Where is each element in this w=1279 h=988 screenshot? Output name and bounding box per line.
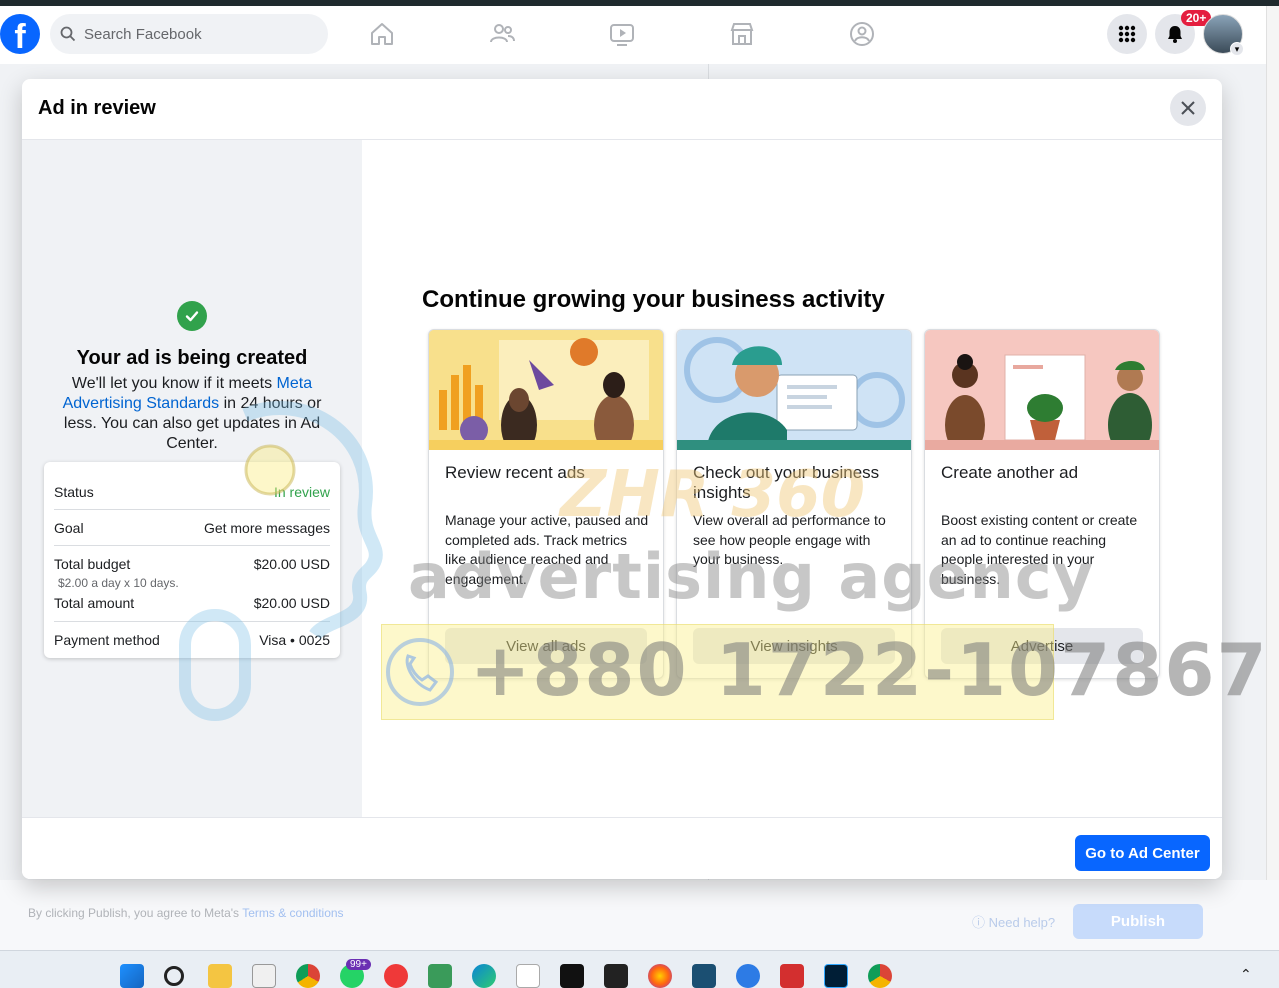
need-help-link[interactable]: ⓘ Need help? bbox=[972, 912, 1055, 931]
chrome-profile-icon[interactable] bbox=[868, 964, 892, 988]
dialog-header: Ad in review bbox=[22, 79, 1222, 140]
facebook-logo[interactable]: f bbox=[0, 14, 40, 56]
capcut-icon[interactable] bbox=[604, 964, 628, 988]
home-icon[interactable] bbox=[368, 20, 396, 48]
growth-heading: Continue growing your business activity bbox=[422, 286, 885, 313]
terms-notice: By clicking Publish, you agree to Meta's… bbox=[28, 906, 344, 920]
create-ad-illustration bbox=[925, 330, 1159, 450]
pixelmator-icon[interactable] bbox=[560, 964, 584, 988]
app-icon[interactable] bbox=[428, 964, 452, 988]
desc-text-before: We'll let you know if it meets bbox=[71, 375, 277, 392]
goal-label: Goal bbox=[54, 520, 84, 536]
sync-icon[interactable] bbox=[736, 964, 760, 988]
ad-created-heading: Your ad is being created bbox=[76, 347, 308, 369]
edge-icon[interactable] bbox=[472, 964, 496, 988]
menu-grid-icon[interactable] bbox=[1107, 14, 1147, 54]
friends-icon[interactable] bbox=[488, 20, 516, 48]
photoshop-icon[interactable] bbox=[824, 964, 848, 988]
search-icon[interactable] bbox=[164, 966, 184, 986]
business-insights-illustration bbox=[677, 330, 911, 450]
marketplace-icon[interactable] bbox=[728, 20, 756, 48]
status-label: Status bbox=[54, 484, 94, 500]
search-bar[interactable] bbox=[50, 14, 328, 54]
snipping-tool-icon[interactable] bbox=[252, 964, 276, 988]
vivaldi-icon[interactable] bbox=[384, 964, 408, 988]
firefox-icon[interactable] bbox=[648, 964, 672, 988]
watermark-agency: advertising agency bbox=[408, 540, 1094, 613]
payment-method-label: Payment method bbox=[54, 632, 160, 648]
windows-taskbar bbox=[0, 950, 1279, 988]
dialog-footer: Go to Ad Center bbox=[22, 817, 1222, 879]
terms-link[interactable]: Terms & conditions bbox=[242, 906, 343, 920]
chevron-up-icon[interactable]: ⌃ bbox=[1240, 966, 1252, 983]
windows-start-icon[interactable] bbox=[120, 964, 144, 988]
watermark-head-illustration bbox=[179, 401, 383, 721]
page-scrollbar[interactable] bbox=[1266, 6, 1279, 950]
go-to-ad-center-button[interactable]: Go to Ad Center bbox=[1075, 835, 1210, 871]
chrome-icon[interactable] bbox=[296, 964, 320, 988]
terms-prefix: By clicking Publish, you agree to Meta's bbox=[28, 906, 243, 920]
video-icon[interactable] bbox=[608, 20, 636, 48]
total-amount-label: Total amount bbox=[54, 595, 135, 611]
dialog-title: Ad in review bbox=[38, 97, 156, 119]
facebook-header: f 20+ ▾ bbox=[0, 6, 1279, 64]
search-input[interactable] bbox=[84, 25, 304, 43]
need-help-label: Need help? bbox=[988, 915, 1056, 930]
search-icon bbox=[60, 26, 76, 42]
card-title: Create another ad bbox=[941, 463, 1079, 482]
total-budget-label: Total budget bbox=[54, 556, 131, 572]
checkmark-icon bbox=[177, 301, 207, 331]
close-icon bbox=[1181, 101, 1195, 115]
watermark-phone: +880 1722-107867 bbox=[470, 628, 1269, 712]
close-button[interactable] bbox=[1170, 90, 1206, 126]
chevron-down-icon[interactable]: ▾ bbox=[1230, 42, 1244, 56]
groups-icon[interactable] bbox=[848, 20, 876, 48]
whatsapp-badge: 99+ bbox=[346, 959, 371, 970]
acrobat-icon[interactable] bbox=[780, 964, 804, 988]
filmora-icon[interactable] bbox=[692, 964, 716, 988]
publish-button[interactable]: Publish bbox=[1073, 904, 1203, 939]
file-explorer-icon[interactable] bbox=[208, 964, 232, 988]
budget-breakdown: $2.00 a day x 10 days. bbox=[58, 576, 179, 590]
store-icon[interactable] bbox=[516, 964, 540, 988]
watermark-brand: ZHR 360 bbox=[560, 458, 866, 532]
review-ads-illustration bbox=[429, 330, 663, 450]
phone-icon bbox=[386, 638, 454, 706]
help-icon: ⓘ bbox=[972, 915, 986, 930]
